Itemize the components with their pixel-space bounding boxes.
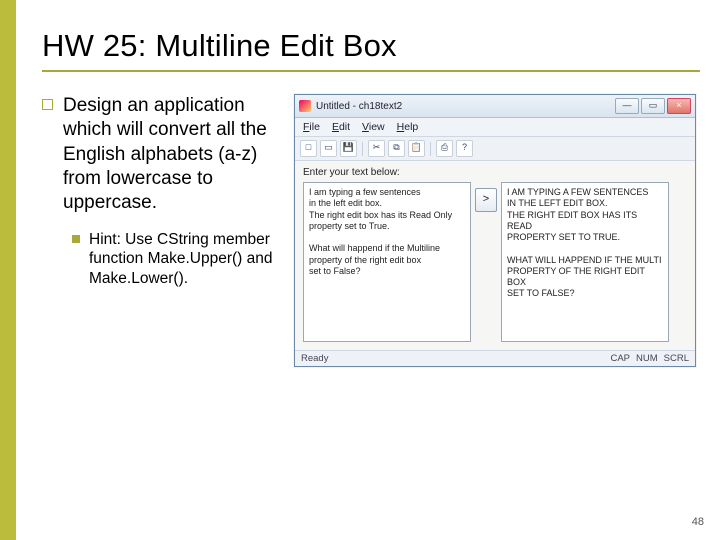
new-icon[interactable]: □ bbox=[300, 140, 317, 157]
minimize-button[interactable]: — bbox=[615, 98, 639, 114]
titlebar-left: Untitled - ch18text2 bbox=[299, 100, 402, 112]
panes-row: I am typing a few sentences in the left … bbox=[303, 182, 687, 342]
titlebar: Untitled - ch18text2 — ▭ × bbox=[295, 95, 695, 118]
help-icon[interactable]: ? bbox=[456, 140, 473, 157]
menubar: File Edit View Help bbox=[295, 118, 695, 137]
app-icon bbox=[299, 100, 311, 112]
client-area: Enter your text below: I am typing a few… bbox=[295, 161, 695, 350]
paste-icon[interactable]: 📋 bbox=[408, 140, 425, 157]
bullet-1-text: Design an application which will convert… bbox=[63, 94, 278, 216]
close-button[interactable]: × bbox=[667, 98, 691, 114]
bullet-icon bbox=[72, 235, 80, 243]
window-buttons: — ▭ × bbox=[615, 98, 691, 114]
app-column: Untitled - ch18text2 — ▭ × File Edit Vie… bbox=[294, 94, 700, 367]
convert-button[interactable]: > bbox=[475, 188, 497, 212]
status-right: CAP NUM SCRL bbox=[610, 353, 689, 364]
menu-help[interactable]: Help bbox=[397, 121, 419, 133]
bullet-level-1: Design an application which will convert… bbox=[42, 94, 278, 216]
statusbar: Ready CAP NUM SCRL bbox=[295, 350, 695, 366]
body-row: Design an application which will convert… bbox=[42, 94, 700, 367]
status-cap: CAP bbox=[610, 353, 630, 364]
slide-title: HW 25: Multiline Edit Box bbox=[42, 28, 700, 72]
bullet-2-text: Hint: Use CString member function Make.U… bbox=[89, 230, 278, 289]
toolbar-separator bbox=[362, 142, 363, 156]
menu-file[interactable]: File bbox=[303, 121, 320, 133]
accent-bar bbox=[0, 0, 16, 540]
copy-icon[interactable]: ⧉ bbox=[388, 140, 405, 157]
bullet-level-2: Hint: Use CString member function Make.U… bbox=[72, 230, 278, 289]
text-column: Design an application which will convert… bbox=[42, 94, 278, 367]
save-icon[interactable]: 💾 bbox=[340, 140, 357, 157]
slide-body: HW 25: Multiline Edit Box Design an appl… bbox=[16, 0, 720, 540]
menu-edit[interactable]: Edit bbox=[332, 121, 350, 133]
bullet-icon bbox=[42, 99, 53, 110]
window-title: Untitled - ch18text2 bbox=[316, 101, 402, 112]
left-edit-box[interactable]: I am typing a few sentences in the left … bbox=[303, 182, 471, 342]
toolbar: □ ▭ 💾 ✂ ⧉ 📋 ⎙ ? bbox=[295, 137, 695, 161]
status-left: Ready bbox=[301, 353, 328, 364]
cut-icon[interactable]: ✂ bbox=[368, 140, 385, 157]
toolbar-separator bbox=[430, 142, 431, 156]
page-number: 48 bbox=[692, 516, 704, 528]
maximize-button[interactable]: ▭ bbox=[641, 98, 665, 114]
prompt-label: Enter your text below: bbox=[303, 167, 687, 178]
print-icon[interactable]: ⎙ bbox=[436, 140, 453, 157]
menu-view[interactable]: View bbox=[362, 121, 385, 133]
open-icon[interactable]: ▭ bbox=[320, 140, 337, 157]
status-scrl: SCRL bbox=[664, 353, 689, 364]
app-window: Untitled - ch18text2 — ▭ × File Edit Vie… bbox=[294, 94, 696, 367]
right-edit-box: I AM TYPING A FEW SENTENCES IN THE LEFT … bbox=[501, 182, 669, 342]
status-num: NUM bbox=[636, 353, 658, 364]
